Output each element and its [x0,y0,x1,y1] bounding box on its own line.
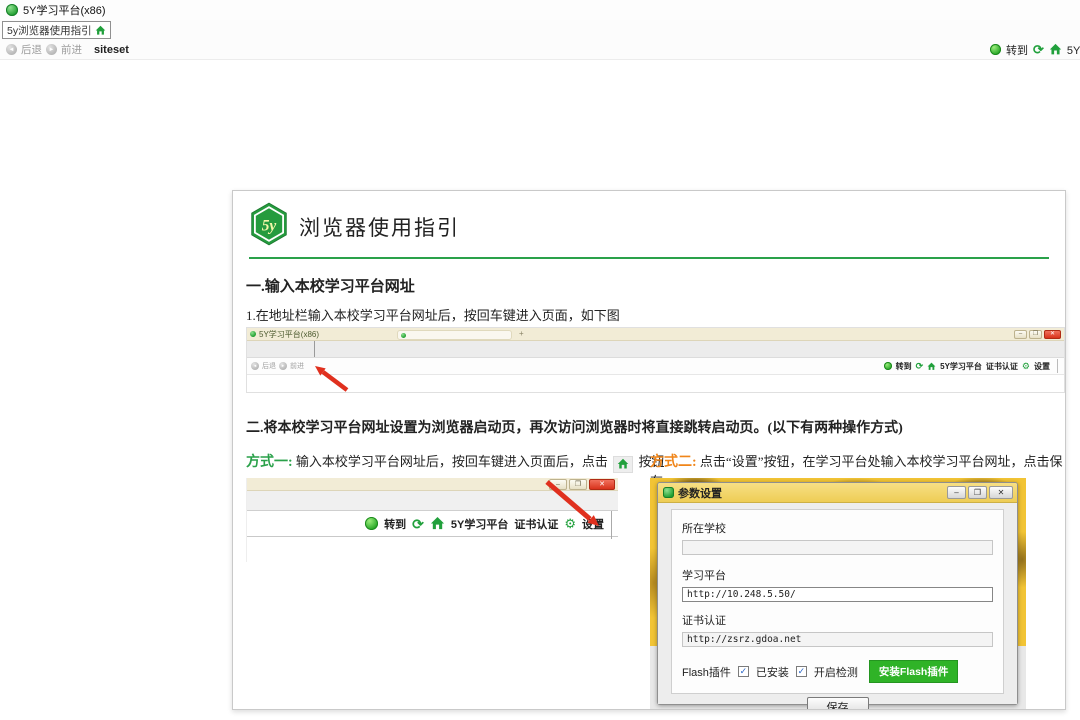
maximize-icon: ❐ [569,479,587,490]
platform-label: 学习平台 [682,567,993,583]
cert-field [682,632,993,647]
go-icon[interactable] [990,44,1001,55]
cert-label: 证书认证 [682,612,993,628]
school-field [682,540,993,555]
divider [611,511,612,539]
screenshot1-title: 5Y学习平台(x86) [259,329,319,340]
home-icon [927,362,936,371]
screenshot1-titlebar: 5Y学习平台(x86) + – ❐ ✕ [247,328,1064,341]
divider [314,341,315,357]
new-tab-icon: + [519,329,524,338]
guide-page: 5y 浏览器使用指引 一.输入本校学习平台网址 1.在地址栏输入本校学习平台网址… [232,190,1066,710]
settings-dialog: 参数设置 – ❐ ✕ 所在学校 学习平台 证书认证 Flash插件 [657,482,1018,705]
forward-label: 前进 [290,361,304,371]
home-icon [95,25,106,36]
dialog-title: 参数设置 [678,485,722,501]
settings-label: 设置 [582,516,604,532]
minimize-icon: – [549,479,567,490]
tab-browser-guide[interactable]: 5y浏览器使用指引 [2,21,111,39]
refresh-icon[interactable]: ⟳ [1033,43,1044,56]
dialog-titlebar: 参数设置 – ❐ ✕ [658,483,1017,503]
minimize-icon: – [947,486,966,499]
screenshot1-toolbar: ◄ 后退 ► 前进 转到 ⟳ 5Y学习平台 证书认证 ⚙ 设置 [247,358,1064,375]
forward-icon[interactable]: ► [46,44,57,55]
method2-label: 方式二: [650,455,697,470]
platform-link: 5Y学习平台 [451,516,508,532]
back-label: 后退 [262,361,276,371]
section1-step: 1.在地址栏输入本校学习平台网址后，按回车键进入页面，如下图 [246,305,620,324]
siteset-label: siteset [94,44,129,56]
home-icon [430,516,445,531]
dialog-panel: 所在学校 学习平台 证书认证 Flash插件 ✓ 已安装 ✓ 开启检测 安装Fl… [671,509,1004,694]
page-title: 浏览器使用指引 [299,212,460,242]
screenshot1-addressbar [247,341,1064,358]
method1-text: 输入本校学习平台网址后，按回车键进入页面后，点击 [296,454,608,469]
go-label: 转到 [896,361,912,372]
tab-icon [401,333,406,338]
screenshot-browser-window: 5Y学习平台(x86) + – ❐ ✕ ◄ 后退 ► 前进 转到 ⟳ [246,327,1065,393]
logo-text: 5y [262,217,277,234]
tab-bar: 5y浏览器使用指引 [0,20,1080,40]
close-icon: ✕ [1044,330,1061,339]
m1-addressbar [247,491,618,511]
section1-heading: 一.输入本校学习平台网址 [246,275,415,296]
go-label: 转到 [384,516,406,532]
refresh-icon: ⟳ [412,517,424,531]
5y-logo: 5y [249,202,289,251]
window-titlebar: 5Y学习平台(x86) [0,0,1080,20]
m1-titlebar: – ❐ ✕ [247,478,618,491]
back-icon[interactable]: ◄ [6,44,17,55]
minimize-icon: – [1014,330,1027,339]
app-logo-icon [6,4,18,16]
detect-label: 开启检测 [814,664,858,680]
back-icon: ◄ [251,362,259,370]
go-label[interactable]: 转到 [1006,42,1028,58]
go-icon [884,362,892,370]
gear-icon: ⚙ [564,517,576,530]
platform-field [682,587,993,602]
screenshot-method1: – ❐ ✕ 转到 ⟳ 5Y学习平台 证书认证 ⚙ 设置 [246,478,618,562]
back-label[interactable]: 后退 [21,42,42,57]
method1-label: 方式一: [246,455,293,470]
platform-link: 5Y学习平台 [940,361,982,372]
divider [249,257,1049,259]
detect-checkbox: ✓ [796,666,807,677]
cert-link: 证书认证 [986,361,1018,372]
platform-link[interactable]: 5Y学习平台 [1067,42,1080,58]
settings-label: 设置 [1034,361,1050,372]
main-toolbar: ◄ 后退 ► 前进 siteset 转到 ⟳ 5Y学习平台 [0,40,1080,60]
screenshot-method2: 参数设置 – ❐ ✕ 所在学校 学习平台 证书认证 Flash插件 [650,478,1026,710]
forward-icon: ► [279,362,287,370]
maximize-icon: ❐ [968,486,987,499]
flash-plugin-row: Flash插件 ✓ 已安装 ✓ 开启检测 安装Flash插件 [682,660,993,683]
dialog-app-icon [663,487,674,498]
cert-link: 证书认证 [514,516,558,532]
section2-heading: 二.将本校学习平台网址设置为浏览器启动页，再次访问浏览器时将直接跳转启动页。(以… [246,417,903,437]
home-button-chip [613,456,633,473]
gear-icon: ⚙ [1022,362,1030,371]
installed-label: 已安装 [756,664,789,680]
refresh-icon: ⟳ [916,362,924,371]
app-logo-icon [250,331,256,337]
home-icon[interactable] [1049,43,1062,56]
installed-checkbox: ✓ [738,666,749,677]
flash-label: Flash插件 [682,664,731,680]
close-icon: ✕ [589,479,615,490]
method1-instruction: 方式一: 输入本校学习平台网址后，按回车键进入页面后，点击 按钮 [246,451,664,473]
tab-label: 5y浏览器使用指引 [7,23,92,38]
forward-label[interactable]: 前进 [61,42,82,57]
screenshot1-tab [397,330,512,340]
install-flash-button: 安装Flash插件 [869,660,958,683]
window-title: 5Y学习平台(x86) [23,2,106,18]
m1-toolbar: 转到 ⟳ 5Y学习平台 证书认证 ⚙ 设置 [247,511,618,537]
school-label: 所在学校 [682,520,993,536]
save-button: 保存 [807,697,869,710]
dialog-body: 所在学校 学习平台 证书认证 Flash插件 ✓ 已安装 ✓ 开启检测 安装Fl… [658,503,1017,704]
go-icon [365,517,378,530]
divider [1057,359,1058,373]
close-icon: ✕ [989,486,1013,499]
maximize-icon: ❐ [1029,330,1042,339]
